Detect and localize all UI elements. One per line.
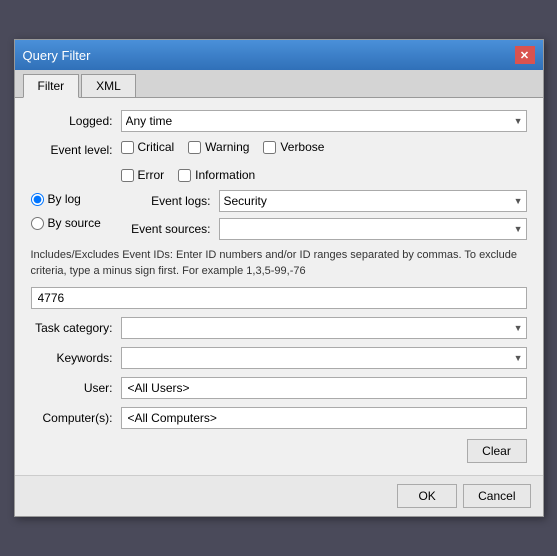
event-ids-row [31,287,527,309]
event-sources-label: Event sources: [121,222,211,236]
warning-checkbox-label[interactable]: Warning [188,140,249,154]
warning-checkbox[interactable] [188,141,201,154]
tabs-bar: Filter XML [15,70,543,98]
event-level-row2: Error Information [31,168,527,182]
event-ids-description: Includes/Excludes Event IDs: Enter ID nu… [31,248,527,279]
by-source-radio-label[interactable]: By source [31,216,113,230]
verbose-checkbox-label[interactable]: Verbose [263,140,324,154]
ok-button[interactable]: OK [397,484,457,508]
event-level-checkboxes: Critical Warning Verbose [121,140,527,154]
logged-row: Logged: Any time Last hour Last 12 hours… [31,110,527,132]
keywords-select-wrapper [121,347,527,369]
critical-checkbox-label[interactable]: Critical [121,140,175,154]
tab-filter[interactable]: Filter [23,74,80,98]
information-checkbox[interactable] [178,169,191,182]
error-checkbox-label[interactable]: Error [121,168,165,182]
event-level-label: Event level: [31,143,121,157]
event-sources-select-wrapper [219,218,527,240]
computer-row: Computer(s): [31,407,527,429]
event-logs-label: Event logs: [121,194,211,208]
error-checkbox[interactable] [121,169,134,182]
event-ids-input[interactable] [31,287,527,309]
task-category-label: Task category: [31,321,121,335]
by-log-radio[interactable] [31,193,44,206]
user-label: User: [31,381,121,395]
by-source-radio[interactable] [31,217,44,230]
critical-checkbox[interactable] [121,141,134,154]
logged-label: Logged: [31,114,121,128]
computer-label: Computer(s): [31,411,121,425]
keywords-select[interactable] [121,347,527,369]
by-log-radio-label[interactable]: By log [31,192,113,206]
event-logs-select-wrapper: Security [219,190,527,212]
close-button[interactable]: ✕ [515,46,535,64]
user-input[interactable] [121,377,527,399]
computer-input[interactable] [121,407,527,429]
clear-row: Clear [31,439,527,463]
radio-section: By log By source Event logs: Security [31,190,527,240]
event-sources-select[interactable] [219,218,527,240]
task-category-select-wrapper [121,317,527,339]
query-filter-dialog: Query Filter ✕ Filter XML Logged: Any ti… [14,39,544,517]
dialog-title: Query Filter [23,48,91,63]
keywords-label: Keywords: [31,351,121,365]
filter-content: Logged: Any time Last hour Last 12 hours… [15,98,543,475]
verbose-checkbox[interactable] [263,141,276,154]
information-checkbox-label[interactable]: Information [178,168,255,182]
event-fields: Event logs: Security Event sources: [121,190,527,240]
cancel-button[interactable]: Cancel [463,484,530,508]
radio-buttons: By log By source [31,190,121,240]
event-level-row: Event level: Critical Warning Verbose [31,140,527,160]
event-logs-row: Event logs: Security [121,190,527,212]
logged-select[interactable]: Any time Last hour Last 12 hours Last 24… [121,110,527,132]
title-bar: Query Filter ✕ [15,40,543,70]
event-level-checkboxes2: Error Information [121,168,527,182]
task-category-row: Task category: [31,317,527,339]
event-sources-row: Event sources: [121,218,527,240]
tab-xml[interactable]: XML [81,74,136,97]
logged-select-wrapper: Any time Last hour Last 12 hours Last 24… [121,110,527,132]
event-logs-select[interactable]: Security [219,190,527,212]
keywords-row: Keywords: [31,347,527,369]
user-row: User: [31,377,527,399]
footer-buttons: OK Cancel [15,475,543,516]
clear-button[interactable]: Clear [467,439,527,463]
task-category-select[interactable] [121,317,527,339]
